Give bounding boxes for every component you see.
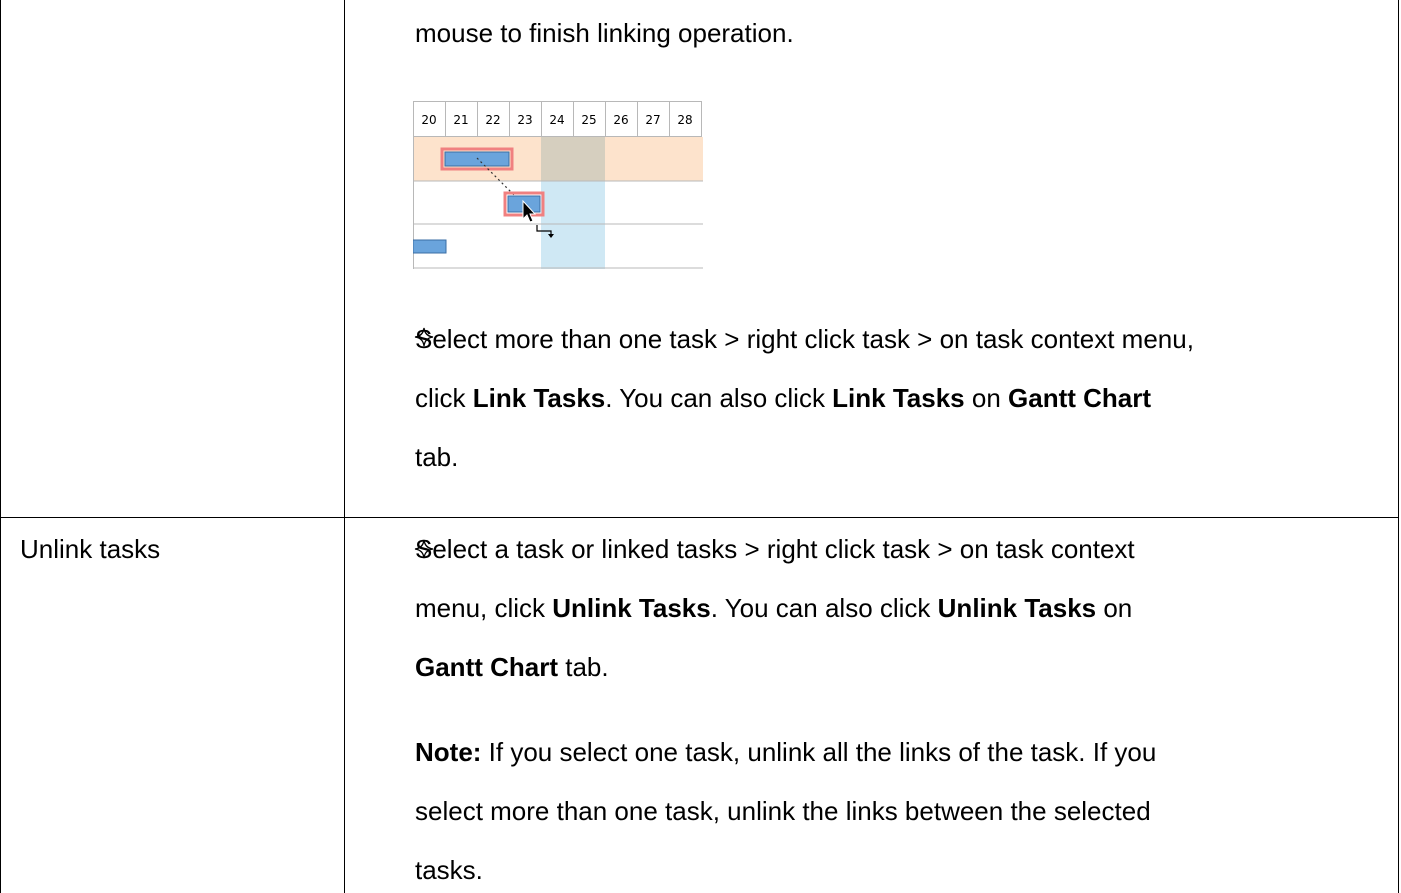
instruction-line: Gantt Chart tab. xyxy=(415,652,609,682)
day-header-label: 24 xyxy=(549,113,564,127)
row-label-unlink-tasks: Unlink tasks xyxy=(20,534,161,564)
task-bar[interactable] xyxy=(413,239,447,254)
task-bar[interactable] xyxy=(444,151,510,167)
note-line: select more than one task, unlink the li… xyxy=(415,796,1151,826)
note-line: Note: If you select one task, unlink all… xyxy=(415,737,1157,767)
day-header-label: 23 xyxy=(517,113,532,127)
day-header-label: 22 xyxy=(485,113,500,127)
instruction-line: tab. xyxy=(415,442,459,472)
day-header-label: 28 xyxy=(677,113,692,127)
day-header-label: 25 xyxy=(581,113,596,127)
day-header-label: 27 xyxy=(645,113,660,127)
table-column-divider xyxy=(344,0,345,893)
day-header-label: 26 xyxy=(613,113,628,127)
instruction-line: Select a task or linked tasks > right cl… xyxy=(415,534,1135,564)
table-row-divider xyxy=(0,517,1399,518)
table-border-left xyxy=(0,0,1,893)
document-table: mouse to finish linking operation. 20 21 2… xyxy=(0,0,1401,893)
weekend-shade xyxy=(541,181,605,269)
instruction-line: click Link Tasks. You can also click Lin… xyxy=(415,383,1152,413)
gantt-chart-screenshot: 20 21 22 23 24 25 26 27 28 xyxy=(413,101,703,269)
weekend-shade-top xyxy=(541,137,605,181)
gantt-day-header: 20 21 22 23 24 25 26 27 28 xyxy=(413,101,702,137)
day-header-label: 21 xyxy=(453,113,468,127)
instruction-line: Select more than one task > right click … xyxy=(415,324,1194,354)
day-header-label: 20 xyxy=(421,113,436,127)
note-line: tasks. xyxy=(415,855,483,885)
table-border-right xyxy=(1398,0,1399,893)
instruction-line: menu, click Unlink Tasks. You can also c… xyxy=(415,593,1133,623)
continuation-text: mouse to finish linking operation. xyxy=(415,18,794,48)
